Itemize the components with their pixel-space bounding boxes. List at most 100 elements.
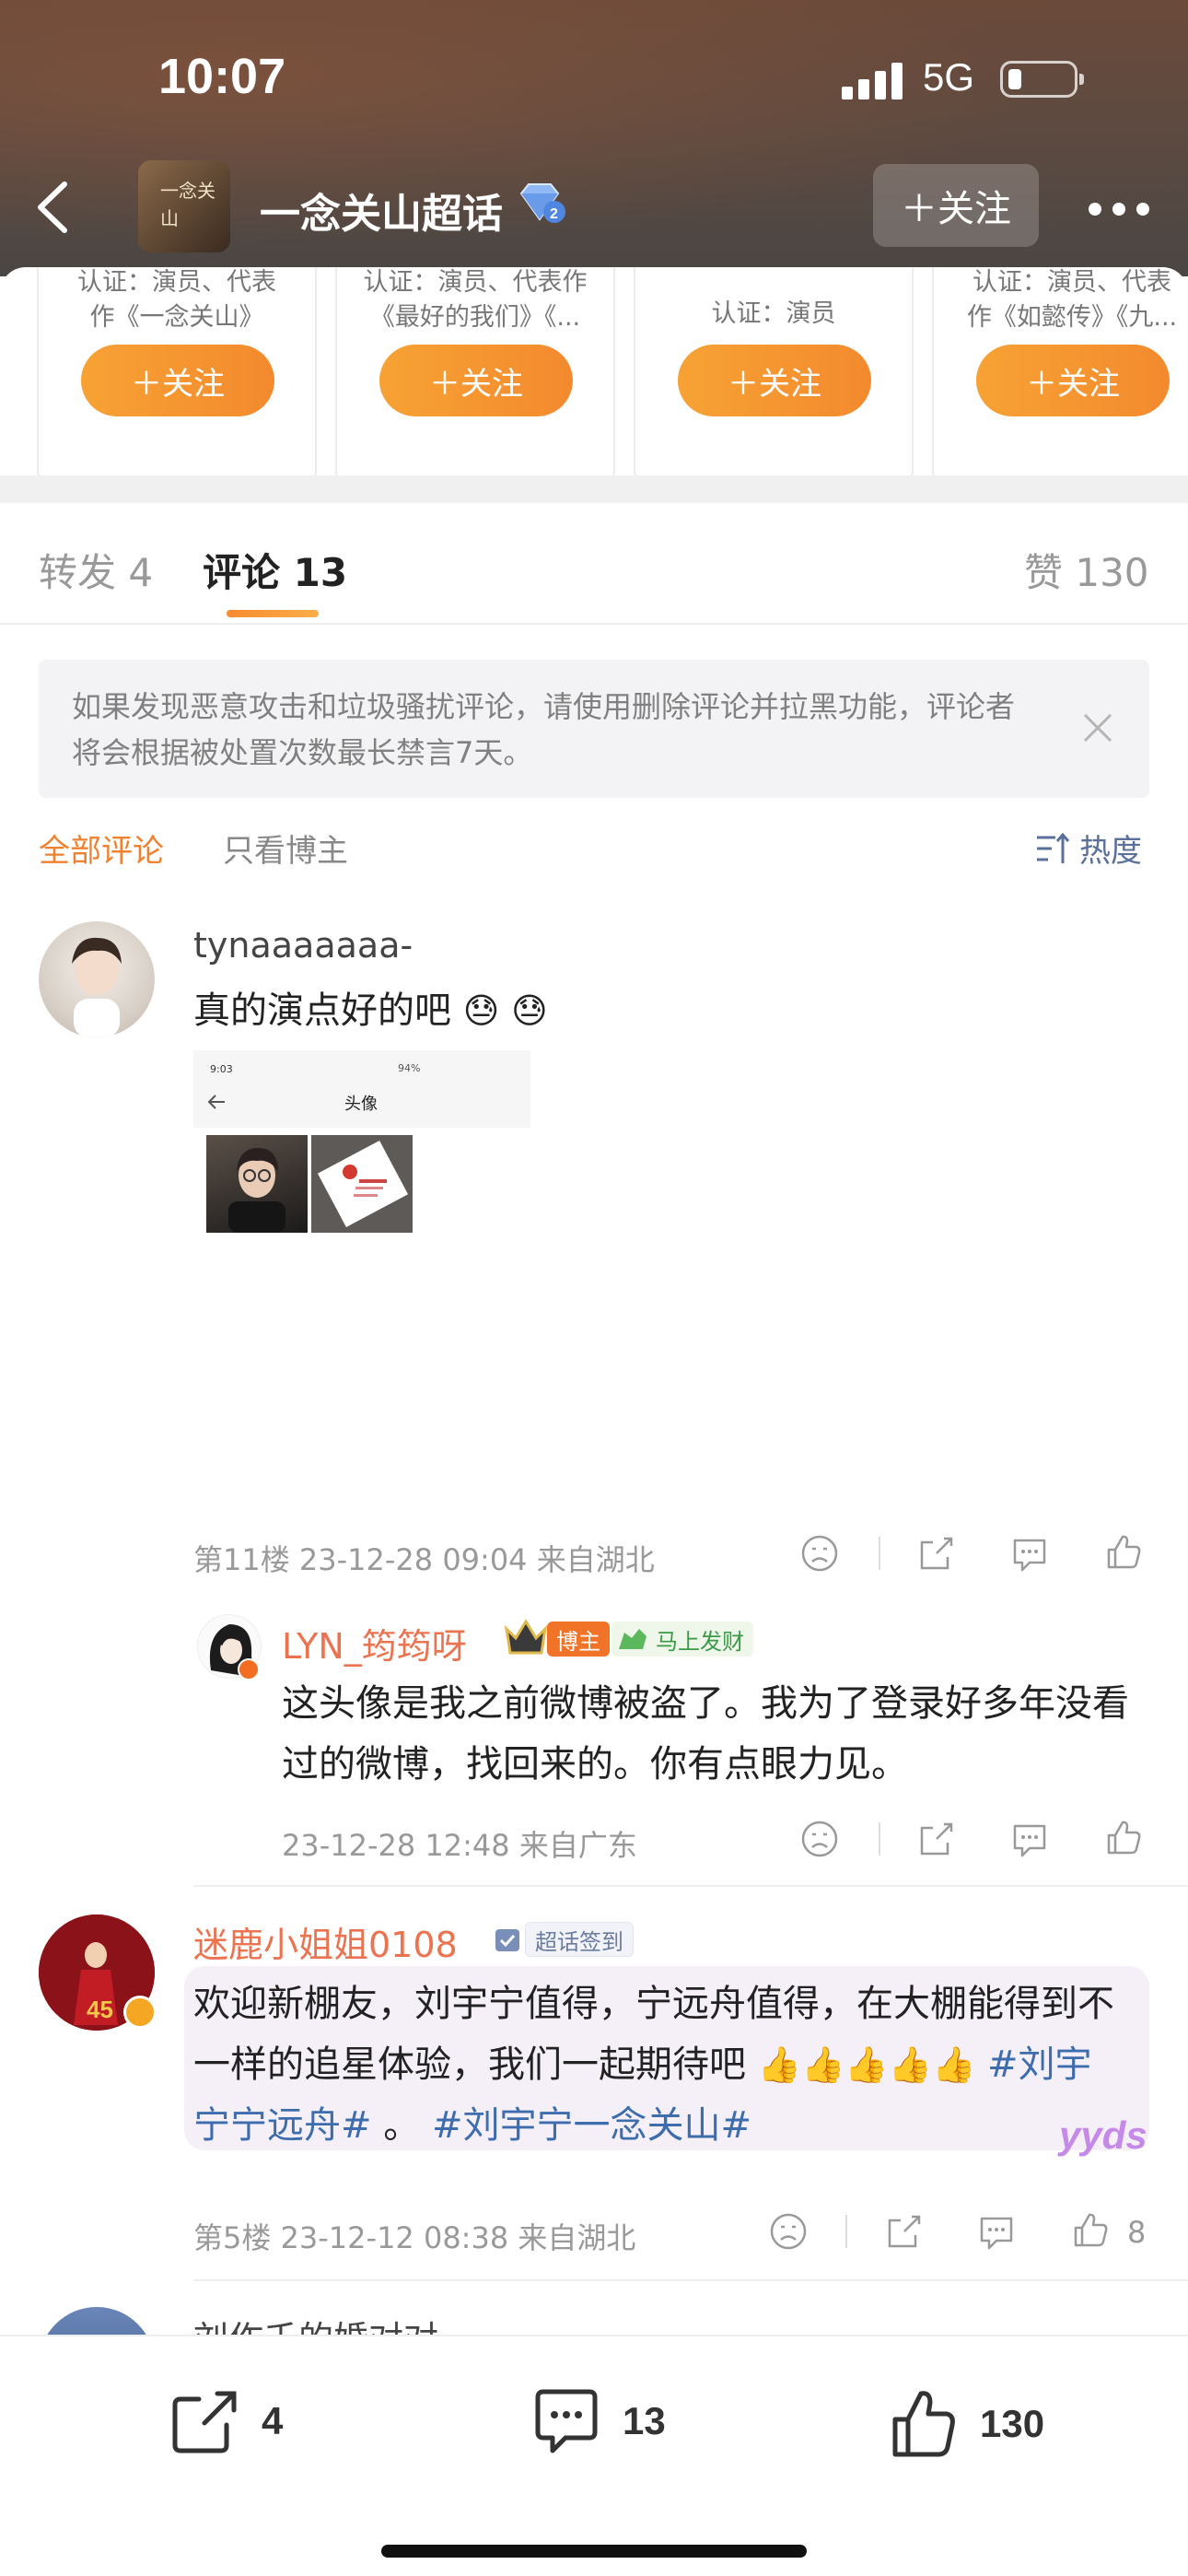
card-desc-line: 作《如懿传》《九...: [966, 303, 1178, 332]
fortune-badge: 马上发财: [611, 1622, 753, 1657]
filter-all-comments[interactable]: 全部评论: [39, 825, 164, 871]
topic-logo[interactable]: 一念关山: [138, 160, 230, 252]
dislike-face-icon[interactable]: [799, 1819, 840, 1859]
repost-button[interactable]: 4: [169, 2388, 283, 2454]
divider: [879, 1537, 880, 1570]
replier-name[interactable]: LYN_筠筠呀: [282, 1618, 467, 1669]
like-thumb-icon[interactable]: [1103, 1531, 1144, 1572]
reply-comment-icon[interactable]: [1009, 1819, 1050, 1859]
cellular-signal-icon: [842, 61, 906, 100]
comment-separator: [193, 1885, 1188, 1887]
sort-label: 热度: [1079, 833, 1142, 870]
follow-button[interactable]: ＋关注: [379, 345, 573, 416]
top-header: 10:07 5G 一念关山 一念关山超话 2 ＋关注: [0, 0, 1188, 276]
image-thumbnail-card: [311, 1135, 413, 1233]
image-thumbnail-person: [206, 1135, 308, 1233]
share-icon[interactable]: [916, 1819, 957, 1859]
comment-count: 13: [623, 2399, 666, 2442]
notice-text: 如果发现恶意攻击和垃圾骚扰评论，请使用删除评论并拉黑功能，评论者将会根据被处置次…: [72, 689, 1016, 770]
recommended-accounts: 认证：演员、代表 作《一念关山》 ＋关注 认证：演员、代表作 《最好的我们》《.…: [0, 267, 1188, 479]
like-count: 130: [980, 2402, 1045, 2445]
verified-badge-icon: [123, 1996, 157, 2029]
recommend-card[interactable]: 认证：演员 ＋关注: [634, 267, 914, 479]
emoji-sweat-icon: 😓: [462, 990, 500, 1031]
topic-logo-text: 一念关山: [160, 180, 215, 229]
comment-text: 欢迎新棚友，刘宇宁值得，宁远舟值得，在大棚能得到不一样的追星体验，我们一起期待吧…: [193, 1983, 1114, 2147]
battery-icon: [1000, 61, 1084, 98]
home-indicator[interactable]: [381, 2545, 807, 2558]
divider: [879, 1822, 880, 1856]
sort-by-hot-button[interactable]: 热度: [1033, 825, 1142, 871]
like-thumb-icon[interactable]: [1103, 1817, 1144, 1857]
recommend-card[interactable]: 认证：演员、代表 作《如懿传》《九... ＋关注: [932, 267, 1188, 479]
like-count: 8: [1127, 2215, 1147, 2250]
like-thumb-icon: [892, 2391, 955, 2457]
comment-button[interactable]: 13: [530, 2388, 666, 2454]
card-desc-line: 认证：演员: [711, 299, 836, 328]
super-topic-diamond-icon: 2: [516, 182, 567, 228]
like-thumb-icon[interactable]: [1070, 2209, 1111, 2250]
comment-text: 真的演点好的吧 😓 😓: [193, 989, 548, 1032]
share-icon[interactable]: [916, 1533, 957, 1574]
active-tab-indicator: [227, 610, 319, 617]
tab-comment[interactable]: 评论 13: [203, 542, 347, 598]
svg-text:2: 2: [550, 206, 558, 222]
commenter-avatar[interactable]: [39, 921, 155, 1037]
post-tabs: 转发 4 评论 13 赞 130: [0, 503, 1188, 625]
sort-icon: [1037, 832, 1070, 863]
section-divider: [0, 475, 1188, 503]
comment-meta: 第5楼 23-12-12 08:38 来自湖北: [193, 2220, 636, 2255]
recommend-card[interactable]: 认证：演员、代表 作《一念关山》 ＋关注: [37, 267, 317, 479]
recommend-card[interactable]: 认证：演员、代表作 《最好的我们》《... ＋关注: [335, 267, 615, 479]
filter-author-only[interactable]: 只看博主: [223, 825, 348, 871]
repost-count: 4: [262, 2399, 284, 2442]
more-options-button[interactable]: [1087, 184, 1151, 230]
svg-text:45: 45: [87, 1996, 113, 2023]
share-icon: [172, 2391, 237, 2453]
reply-meta: 23-12-28 12:48 来自广东: [282, 1828, 637, 1863]
yyds-sticker: yyds: [1059, 2113, 1147, 2157]
card-desc-line: 认证：演员、代表: [973, 268, 1171, 297]
network-type: 5G: [923, 55, 975, 99]
crown-vip-icon: [504, 1619, 548, 1655]
dislike-face-icon[interactable]: [799, 1533, 840, 1574]
checkin-badge: 超话签到: [525, 1922, 634, 1957]
commenter-name[interactable]: tynaaaaaaa-: [193, 925, 413, 966]
checkin-icon: [495, 1929, 519, 1951]
back-button[interactable]: [28, 175, 83, 240]
author-badge: 博主: [547, 1622, 610, 1657]
reply-comment-icon[interactable]: [1009, 1533, 1050, 1574]
card-desc-line: 认证：演员、代表作: [363, 268, 588, 297]
follow-button[interactable]: ＋关注: [976, 345, 1170, 416]
status-time: 10:07: [158, 49, 286, 104]
comment-image[interactable]: 9:03 94% 头像: [193, 1050, 530, 1235]
share-icon[interactable]: [884, 2211, 925, 2252]
image-battery-text: 94%: [398, 1062, 421, 1074]
emoji-sweat-icon: 😓: [511, 990, 548, 1031]
commenter-name[interactable]: 迷鹿小姐姐0108: [193, 1916, 458, 1967]
like-button[interactable]: 130: [888, 2388, 1044, 2460]
divider: [845, 2215, 847, 2248]
reply-text: 这头像是我之前微博被盗了。我为了登录好多年没看过的微博，找回来的。你有点眼力见。: [282, 1682, 1129, 1786]
image-page-title: 头像: [344, 1095, 378, 1114]
dislike-face-icon[interactable]: [768, 2211, 809, 2252]
follow-button[interactable]: ＋关注: [81, 345, 274, 416]
tab-like[interactable]: 赞 130: [1024, 542, 1149, 598]
avatar-person-image: [72, 937, 122, 1037]
card-desc-line: 作《一念关山》: [89, 303, 264, 332]
emoji-thumbs-up-icon: 👍👍👍👍👍: [757, 2044, 976, 2085]
comment-separator: [193, 2279, 1188, 2281]
horse-icon: [619, 1629, 646, 1649]
bottom-action-bar: 4 13 130: [0, 2335, 1188, 2576]
hashtag-link[interactable]: #刘宇宁一念关山#: [432, 2104, 751, 2147]
reply-comment-icon[interactable]: [976, 2211, 1017, 2252]
close-icon[interactable]: [1079, 709, 1116, 746]
follow-button[interactable]: ＋关注: [678, 345, 871, 416]
image-status-time: 9:03: [210, 1063, 233, 1075]
chevron-left-icon: [38, 181, 67, 233]
page-title: 一念关山超话: [260, 191, 503, 238]
arrow-left-icon: [207, 1095, 225, 1109]
follow-topic-button[interactable]: ＋关注: [873, 164, 1039, 247]
comment-meta: 第11楼 23-12-28 09:04 来自湖北: [193, 1542, 655, 1577]
tab-repost[interactable]: 转发 4: [39, 542, 153, 598]
